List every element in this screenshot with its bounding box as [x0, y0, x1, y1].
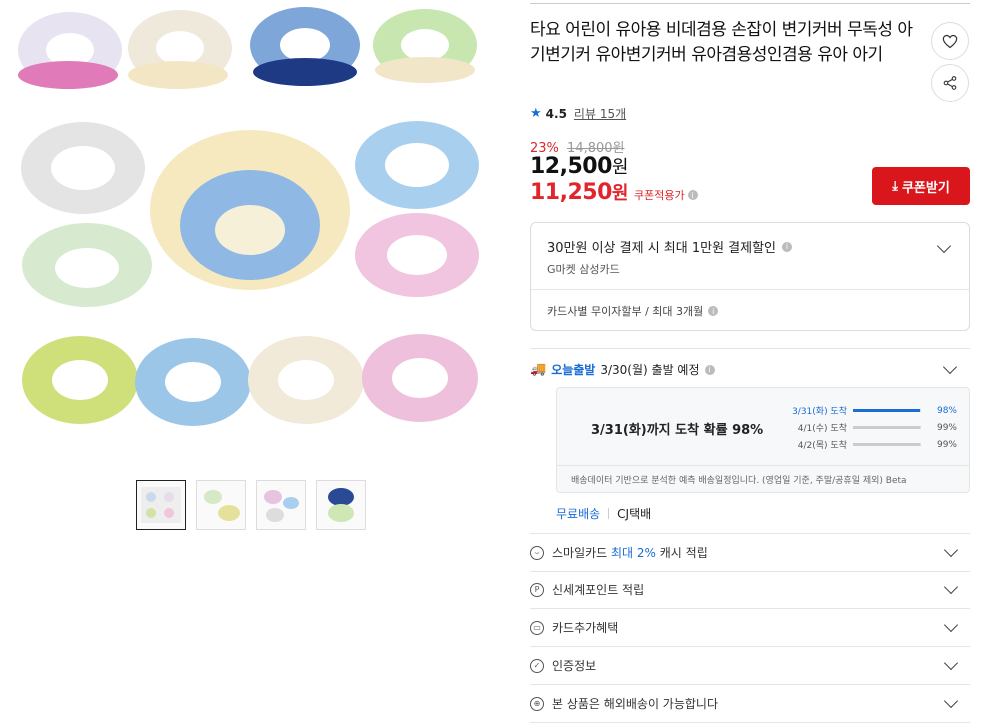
- delivery-note: 배송데이터 기반으로 분석한 예측 배송일정입니다. (영업일 기준, 주말/공…: [571, 476, 907, 486]
- free-shipping-label: 무료배송: [556, 507, 601, 521]
- prob-row: 4/1(수) 도착 99%: [789, 421, 957, 435]
- arrival-headline: 3/31(화)까지 도착 확률 98%: [591, 423, 764, 438]
- installment-text: 카드사별 무이자할부 / 최대 3개월: [547, 305, 704, 318]
- benefit-label-text: 카드추가혜택: [552, 621, 619, 635]
- carrier-label: CJ택배: [617, 507, 652, 521]
- truck-icon: 🚚: [530, 362, 547, 377]
- review-count-link[interactable]: 리뷰 15개: [574, 105, 626, 122]
- divider: [530, 348, 970, 349]
- benefit-row[interactable]: P 신세계포인트 적립: [530, 571, 970, 608]
- chevron-down-icon[interactable]: [943, 655, 959, 671]
- prob-date: 4/2(목) 도착: [797, 441, 847, 451]
- chevron-down-icon[interactable]: [943, 693, 959, 709]
- share-button[interactable]: [931, 64, 969, 102]
- benefit-row[interactable]: ⌣ 스마일카드 최대 2% 캐시 적립: [530, 534, 970, 571]
- prob-bar: [853, 426, 921, 429]
- chevron-down-icon[interactable]: [943, 542, 959, 558]
- today-ship-label: 오늘출발: [551, 363, 596, 377]
- info-icon[interactable]: i: [704, 364, 715, 375]
- sale-price: 12,500원: [530, 153, 628, 179]
- smile-card-icon: ⌣: [530, 545, 544, 560]
- chevron-down-icon[interactable]: [936, 238, 952, 254]
- thumbnail-1[interactable]: [136, 480, 186, 530]
- prob-row: 4/2(목) 도착 99%: [789, 438, 957, 452]
- delivery-estimate-box: 3/31(화)까지 도착 확률 98% 3/31(화) 도착 98% 4/1(수…: [556, 387, 970, 493]
- coupon-price-row: 11,250원 쿠폰적용가 i: [530, 179, 698, 205]
- prob-bar-fill: [853, 426, 921, 429]
- shipping-fee-row: 무료배송 CJ택배: [556, 505, 651, 522]
- coupon-applied-label: 쿠폰적용가 i: [634, 187, 698, 203]
- card-promo-box: 30만원 이상 결제 시 최대 1만원 결제할인 i G마켓 삼성카드 카드사별…: [530, 222, 970, 331]
- benefit-row[interactable]: ⊕ 본 상품은 해외배송이 가능합니다: [530, 685, 970, 722]
- get-coupon-button[interactable]: ⤓ 쿠폰받기: [872, 167, 970, 205]
- sale-price-amount: 12,500: [530, 154, 612, 179]
- coupon-price-amount: 11,250: [530, 180, 612, 205]
- benefit-label-text: 본 상품은 해외배송이 가능합니다: [552, 697, 719, 711]
- chevron-down-icon[interactable]: [943, 579, 959, 595]
- get-coupon-label: 쿠폰받기: [901, 180, 950, 196]
- thumbnail-3[interactable]: [256, 480, 306, 530]
- divider: [530, 722, 970, 723]
- chevron-up-icon[interactable]: [942, 359, 958, 375]
- benefit-row[interactable]: ▭ 카드추가혜택: [530, 609, 970, 646]
- download-icon: ⤓: [892, 178, 898, 194]
- divider: [557, 465, 969, 466]
- benefit-row[interactable]: ✓ 인증정보: [530, 647, 970, 684]
- globe-icon: ⊕: [530, 696, 544, 711]
- benefit-label-text: 인증정보: [552, 659, 597, 673]
- product-title: 타요 어린이 유아용 비데겸용 손잡이 변기커버 무독성 아기변기커 유아변기커…: [530, 20, 913, 65]
- benefit-label-text: 스마일카드: [552, 546, 612, 560]
- card-icon: ▭: [530, 620, 544, 635]
- prob-pct: 98%: [936, 405, 957, 416]
- ship-date: 3/30(월) 출발 예정: [600, 363, 700, 377]
- wishlist-button[interactable]: [931, 22, 969, 60]
- prob-bar: [853, 443, 921, 446]
- benefit-label: 인증정보: [552, 657, 596, 674]
- info-icon[interactable]: i: [708, 306, 719, 316]
- card-discount-row[interactable]: 30만원 이상 결제 시 최대 1만원 결제할인 i: [547, 237, 793, 256]
- benefit-label: 카드추가혜택: [552, 619, 618, 636]
- thumbnail-2[interactable]: [196, 480, 246, 530]
- share-icon: [943, 76, 957, 90]
- benefit-label: 스마일카드 최대 2% 캐시 적립: [552, 544, 708, 561]
- separator: [608, 508, 610, 519]
- prob-date: 3/31(화) 도착: [792, 407, 847, 417]
- prob-row: 3/31(화) 도착 98%: [789, 404, 957, 418]
- benefit-highlight: 최대 2%: [611, 546, 656, 560]
- benefit-label: 본 상품은 해외배송이 가능합니다: [552, 695, 718, 712]
- main-product-image[interactable]: [0, 0, 500, 450]
- card-discount-title: 30만원 이상 결제 시 최대 1만원 결제할인: [547, 241, 777, 256]
- installment-row: 카드사별 무이자할부 / 최대 3개월 i: [547, 303, 719, 319]
- rating-score: 4.5: [545, 106, 567, 121]
- coupon-price-unit: 원: [611, 183, 629, 204]
- info-icon[interactable]: i: [782, 241, 793, 252]
- benefit-label-text: 신세계포인트 적립: [552, 583, 645, 597]
- points-icon: P: [530, 582, 544, 597]
- benefit-label: 신세계포인트 적립: [552, 581, 644, 598]
- card-discount-subtitle: G마켓 삼성카드: [547, 263, 620, 276]
- shield-check-icon: ✓: [530, 658, 544, 673]
- shipping-row: 🚚 오늘출발 3/30(월) 출발 예정 i: [530, 361, 715, 378]
- thumbnail-4[interactable]: [316, 480, 366, 530]
- thumbnail-strip: [136, 480, 366, 530]
- star-icon: ★: [530, 106, 542, 121]
- info-icon[interactable]: i: [687, 190, 698, 200]
- divider: [531, 289, 969, 290]
- benefit-label-suffix: 캐시 적립: [655, 546, 708, 560]
- coupon-applied-text: 쿠폰적용가: [633, 189, 685, 202]
- sale-price-unit: 원: [611, 157, 629, 178]
- prob-pct: 99%: [936, 439, 957, 450]
- heart-icon: [942, 34, 958, 48]
- prob-date: 4/1(수) 도착: [797, 424, 847, 434]
- prob-bar: [853, 409, 921, 412]
- prob-bar-fill: [853, 443, 921, 446]
- top-divider: [530, 3, 970, 4]
- prob-bar-fill: [853, 409, 920, 412]
- prob-pct: 99%: [936, 422, 957, 433]
- chevron-down-icon[interactable]: [943, 617, 959, 633]
- rating-row: ★ 4.5 리뷰 15개: [530, 105, 626, 122]
- coupon-price: 11,250원: [530, 179, 628, 205]
